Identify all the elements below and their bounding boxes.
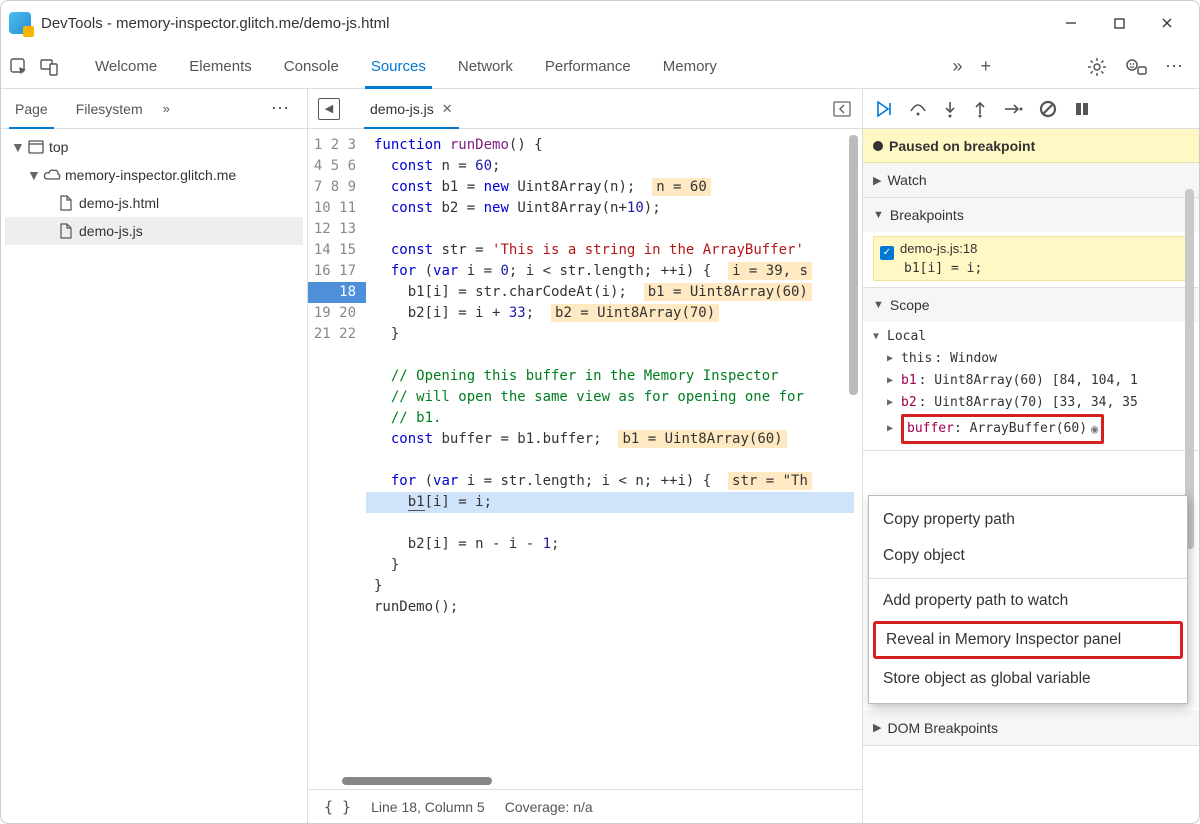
title-bar: DevTools - memory-inspector.glitch.me/de… [1, 1, 1199, 45]
tree-top-frame[interactable]: ▼ top [5, 133, 303, 161]
code-body[interactable]: function runDemo() { const n = 60; const… [366, 129, 862, 773]
step-over-icon[interactable] [909, 101, 927, 117]
navigator-panel: Page Filesystem » ⋯ ▼ top ▼ memory-inspe… [1, 89, 308, 823]
tree-file-js[interactable]: demo-js.js [5, 217, 303, 245]
cloud-icon [43, 166, 61, 184]
tab-network[interactable]: Network [442, 45, 529, 89]
menu-copy-object[interactable]: Copy object [869, 538, 1187, 574]
section-watch: ▶Watch [863, 163, 1199, 198]
memory-icon[interactable]: ◉ [1091, 418, 1098, 440]
paused-banner: Paused on breakpoint [863, 129, 1199, 163]
resume-icon[interactable] [875, 100, 893, 118]
debugger-panel: Paused on breakpoint ▶Watch ▼Breakpoints… [863, 89, 1199, 823]
section-breakpoints: ▼Breakpoints ✓demo-js.js:18 b1[i] = i; [863, 198, 1199, 288]
file-tree: ▼ top ▼ memory-inspector.glitch.me demo-… [1, 129, 307, 823]
paused-dot-icon [873, 141, 883, 151]
pause-on-exceptions-icon[interactable] [1073, 100, 1091, 118]
step-out-icon[interactable] [973, 100, 987, 118]
navigator-more-tabs-icon[interactable]: » [163, 101, 170, 116]
frame-icon [27, 138, 45, 156]
code-editor[interactable]: 1 2 3 4 5 6 7 8 9 10 11 12 13 14 15 16 1… [308, 129, 862, 773]
scope-b1[interactable]: ▶b1: Uint8Array(60) [84, 104, 1 [873, 370, 1191, 392]
settings-gear-icon[interactable] [1087, 57, 1107, 77]
scope-b2[interactable]: ▶b2: Uint8Array(70) [33, 34, 35 [873, 392, 1191, 414]
menu-separator [869, 578, 1187, 579]
tree-file-html-label: demo-js.html [79, 195, 159, 211]
debugger-toolbar [863, 89, 1199, 129]
step-into-icon[interactable] [943, 100, 957, 118]
tab-elements[interactable]: Elements [173, 45, 268, 89]
tab-memory[interactable]: Memory [647, 45, 733, 89]
device-toolbar-icon[interactable] [37, 55, 61, 79]
close-window-button[interactable] [1143, 5, 1191, 41]
line-gutter[interactable]: 1 2 3 4 5 6 7 8 9 10 11 12 13 14 15 16 1… [308, 129, 366, 773]
main-tabstrip: Welcome Elements Console Sources Network… [1, 45, 1199, 89]
tree-origin-label: memory-inspector.glitch.me [65, 167, 236, 183]
editor-vertical-scrollbar[interactable] [849, 135, 858, 395]
pretty-print-icon[interactable]: { } [324, 798, 351, 816]
step-icon[interactable] [1003, 102, 1023, 116]
devtools-logo-icon [9, 12, 31, 34]
scope-this[interactable]: ▶this: Window [873, 348, 1191, 370]
breakpoint-item[interactable]: ✓demo-js.js:18 b1[i] = i; [873, 236, 1191, 281]
tree-file-html[interactable]: demo-js.html [5, 189, 303, 217]
file-tab-demo-js[interactable]: demo-js.js ✕ [360, 89, 463, 129]
section-dom-breakpoints: ▶DOM Breakpoints [863, 711, 1199, 746]
menu-reveal-memory-inspector[interactable]: Reveal in Memory Inspector panel [873, 621, 1183, 659]
file-tab-label: demo-js.js [370, 89, 434, 129]
file-icon [57, 222, 75, 240]
tab-performance[interactable]: Performance [529, 45, 647, 89]
feedback-icon[interactable] [1125, 57, 1147, 77]
editor-statusbar: { } Line 18, Column 5 Coverage: n/a [308, 789, 862, 823]
paused-text: Paused on breakpoint [889, 138, 1035, 154]
more-tabs-icon[interactable]: » [952, 56, 962, 77]
deactivate-breakpoints-icon[interactable] [1039, 100, 1057, 118]
toggle-debugger-icon[interactable] [832, 100, 852, 118]
editor-panel: ◀ demo-js.js ✕ 1 2 3 4 5 6 7 8 9 10 11 1… [308, 89, 863, 823]
navigator-menu-icon[interactable]: ⋯ [271, 98, 289, 119]
minimize-button[interactable] [1047, 5, 1095, 41]
tree-top-label: top [49, 139, 68, 155]
section-scope: ▼Scope ▼Local ▶this: Window ▶b1: Uint8Ar… [863, 288, 1199, 451]
tab-welcome[interactable]: Welcome [79, 45, 173, 89]
menu-copy-property-path[interactable]: Copy property path [869, 502, 1187, 538]
scope-local[interactable]: ▼Local [873, 326, 1191, 348]
menu-store-global[interactable]: Store object as global variable [869, 661, 1187, 697]
menu-add-watch[interactable]: Add property path to watch [869, 583, 1187, 619]
more-menu-icon[interactable]: ⋯ [1165, 56, 1183, 77]
tab-console[interactable]: Console [268, 45, 355, 89]
tree-origin[interactable]: ▼ memory-inspector.glitch.me [5, 161, 303, 189]
tree-file-js-label: demo-js.js [79, 223, 143, 239]
inspect-element-icon[interactable] [7, 55, 31, 79]
cursor-position: Line 18, Column 5 [371, 799, 485, 815]
window-title: DevTools - memory-inspector.glitch.me/de… [41, 15, 389, 32]
coverage-status: Coverage: n/a [505, 799, 593, 815]
breakpoint-checkbox-icon[interactable]: ✓ [880, 246, 894, 260]
tab-sources[interactable]: Sources [355, 45, 442, 89]
context-menu: Copy property path Copy object Add prope… [868, 495, 1188, 704]
editor-horizontal-scrollbar[interactable] [342, 777, 862, 787]
scope-buffer[interactable]: ▶buffer: ArrayBuffer(60)◉ [873, 414, 1191, 444]
toggle-navigator-icon[interactable]: ◀ [318, 98, 340, 120]
new-tab-icon[interactable]: + [980, 56, 991, 77]
maximize-button[interactable] [1095, 5, 1143, 41]
navigator-tab-filesystem[interactable]: Filesystem [62, 89, 157, 129]
navigator-tab-page[interactable]: Page [1, 89, 62, 129]
close-file-tab-icon[interactable]: ✕ [442, 89, 453, 129]
file-icon [57, 194, 75, 212]
